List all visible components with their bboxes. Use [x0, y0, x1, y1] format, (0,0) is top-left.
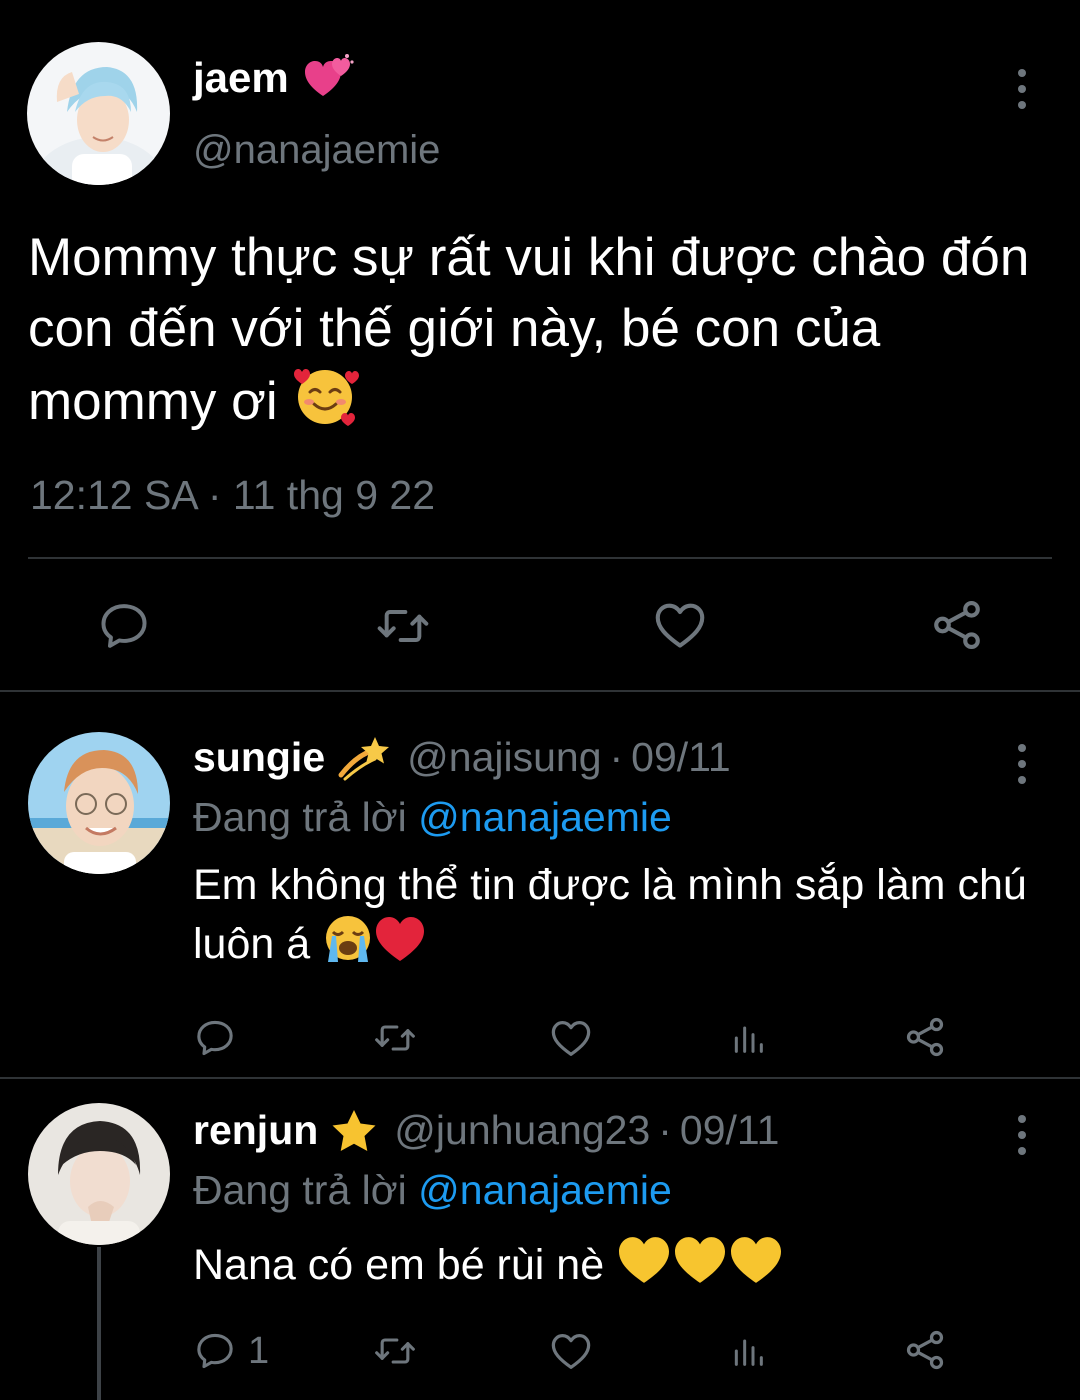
retweet-icon[interactable]	[371, 1016, 419, 1060]
reply-text-body: Nana có em bé rùi nè	[193, 1240, 605, 1289]
yellow-heart-emoji	[616, 1235, 672, 1300]
analytics-icon[interactable]	[728, 1016, 768, 1060]
yellow-heart-emoji	[728, 1235, 784, 1300]
two-hearts-emoji	[303, 52, 355, 103]
tweet-text: Mommy thực sự rất vui khi được chào đón …	[28, 222, 1078, 446]
reply-text-body: Em không thể tin được là mình sắp làm ch…	[193, 861, 1027, 968]
mention-link[interactable]: @nanajaemie	[418, 1167, 672, 1213]
thread-line	[97, 1247, 101, 1400]
main-tweet: jaem @nanajaemie Mommy thực sự rất vui k…	[0, 0, 1080, 692]
smiling-face-with-hearts-emoji	[292, 364, 362, 446]
reply-icon[interactable]	[193, 1016, 237, 1060]
reply-text: Nana có em bé rùi nè	[193, 1235, 1063, 1300]
mention-link[interactable]: @nanajaemie	[418, 794, 672, 840]
like-icon[interactable]	[650, 596, 710, 654]
timestamp[interactable]: 12:12 SA · 11 thg 9 22	[30, 472, 435, 519]
handle[interactable]: @najisung	[407, 734, 601, 781]
retweet-icon[interactable]	[373, 598, 433, 654]
share-icon[interactable]	[902, 1014, 948, 1060]
more-options-icon[interactable]	[1016, 744, 1028, 784]
share-icon[interactable]	[902, 1327, 948, 1373]
replying-label: Đang trả lời	[193, 794, 407, 840]
display-name[interactable]: renjun	[193, 1107, 318, 1154]
star-emoji	[330, 1108, 378, 1154]
date[interactable]: 09/11	[631, 734, 731, 781]
tweet-text-body: Mommy thực sự rất vui khi được chào đón …	[28, 228, 1030, 431]
dizzy-emoji	[337, 735, 391, 781]
like-icon[interactable]	[548, 1328, 594, 1374]
reply-icon[interactable]	[193, 1329, 237, 1373]
display-name[interactable]: sungie	[193, 734, 325, 781]
retweet-icon[interactable]	[371, 1329, 419, 1373]
replying-to: Đang trả lời @nanajaemie	[193, 794, 672, 841]
separator: ·	[658, 1107, 672, 1153]
more-options-icon[interactable]	[1016, 1115, 1028, 1155]
avatar-renjun[interactable]	[28, 1103, 170, 1245]
avatar-jaem[interactable]	[27, 42, 170, 185]
reply-tweet[interactable]: renjun @junhuang23 · 09/11 Đang trả lời …	[0, 1079, 1080, 1400]
loudly-crying-face-emoji	[322, 914, 374, 979]
reply-text: Em không thể tin được là mình sắp làm ch…	[193, 856, 1063, 979]
reply-count: 1	[248, 1330, 270, 1372]
share-icon[interactable]	[928, 596, 986, 654]
yellow-heart-emoji	[672, 1235, 728, 1300]
handle[interactable]: @nanajaemie	[193, 128, 440, 173]
reply-icon[interactable]	[96, 598, 152, 654]
separator: ·	[609, 734, 624, 780]
handle[interactable]: @junhuang23	[394, 1107, 650, 1154]
like-icon[interactable]	[548, 1015, 594, 1061]
replying-to: Đang trả lời @nanajaemie	[193, 1167, 672, 1214]
divider	[28, 557, 1052, 559]
display-name[interactable]: jaem	[193, 54, 289, 102]
reply-tweet[interactable]: sungie @najisung · 09/11 Đang trả lời @n…	[0, 692, 1080, 1078]
action-bar	[0, 596, 1080, 656]
analytics-icon[interactable]	[728, 1329, 768, 1373]
replying-label: Đang trả lời	[193, 1167, 407, 1213]
avatar-sungie[interactable]	[28, 732, 170, 874]
more-options-icon[interactable]	[1016, 69, 1028, 109]
date[interactable]: 09/11	[680, 1107, 780, 1154]
red-heart-emoji	[374, 915, 426, 978]
